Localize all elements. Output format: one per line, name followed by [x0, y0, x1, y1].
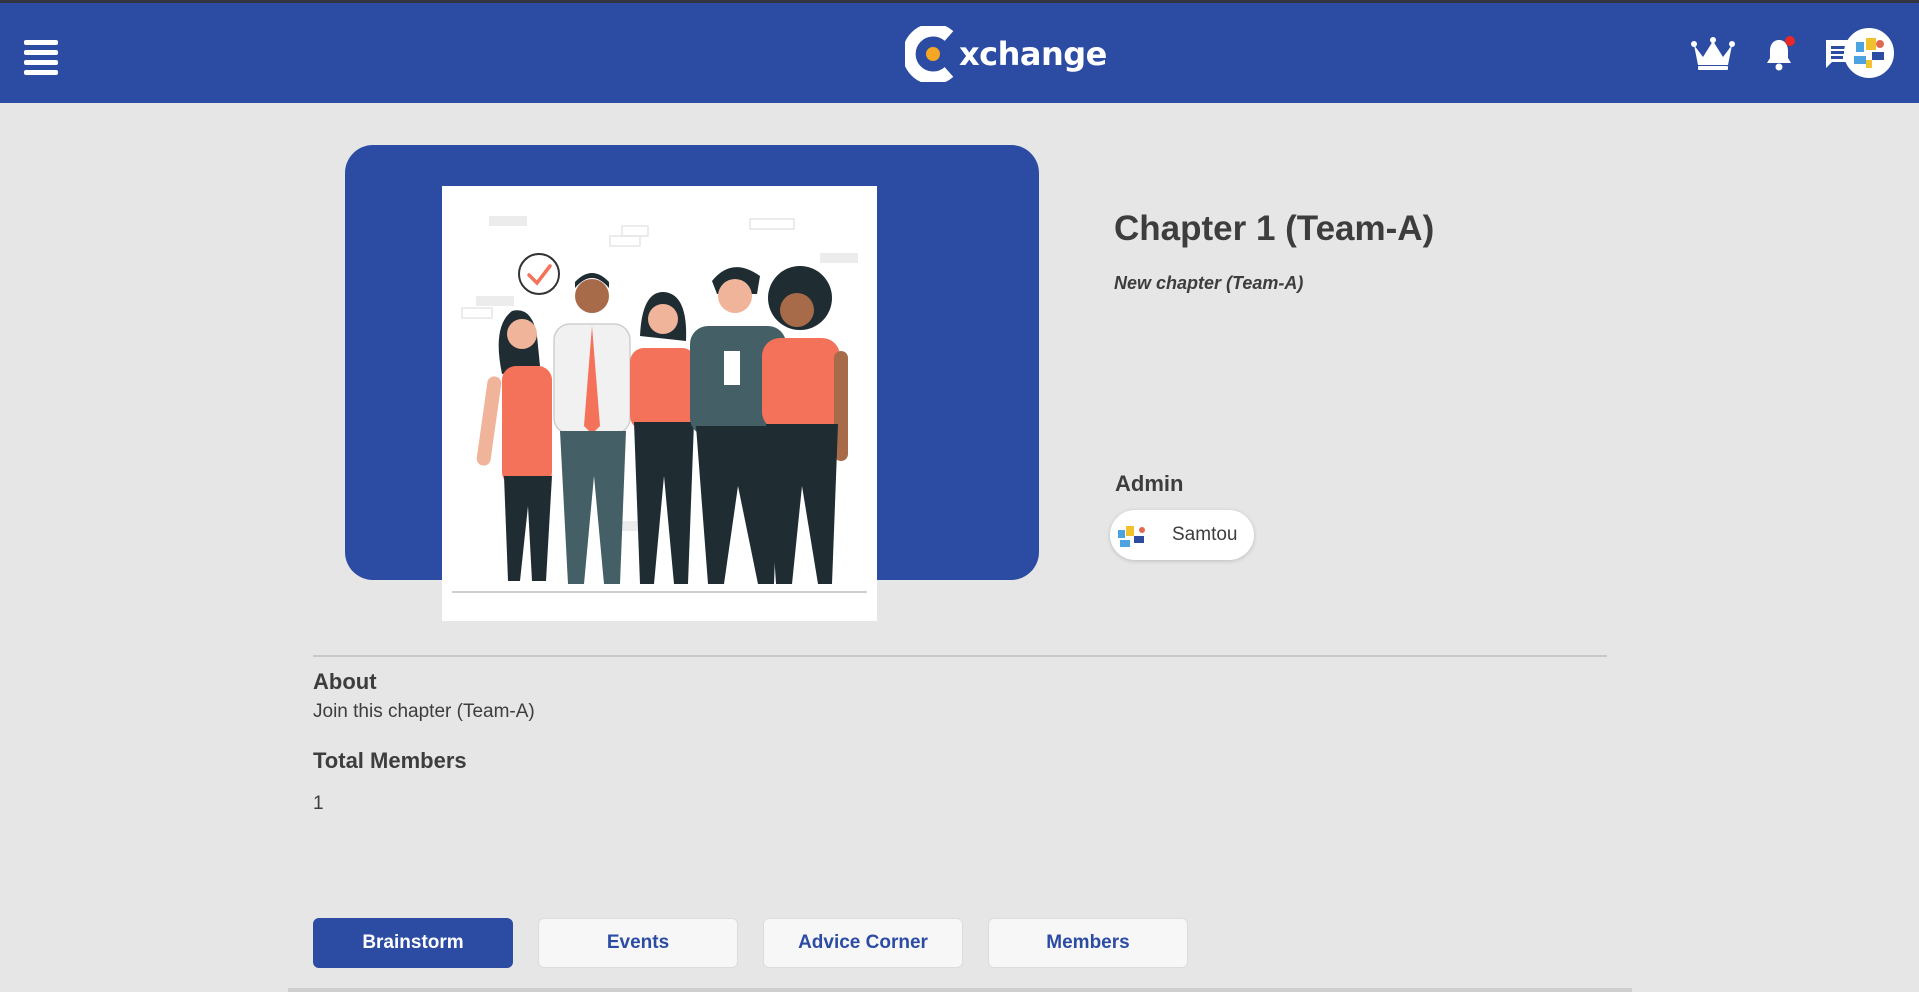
- tab-advice-corner[interactable]: Advice Corner: [763, 918, 963, 968]
- tab-members[interactable]: Members: [988, 918, 1188, 968]
- brand-logo[interactable]: xchange: [905, 23, 1107, 85]
- admin-chip[interactable]: Samtou: [1110, 510, 1254, 560]
- admin-name: Samtou: [1172, 524, 1238, 545]
- total-members-heading: Total Members: [313, 748, 467, 773]
- team-illustration: [442, 186, 877, 621]
- tab-brainstorm[interactable]: Brainstorm: [313, 918, 513, 968]
- logo-c-icon: [905, 26, 954, 82]
- tab-events[interactable]: Events: [538, 918, 738, 968]
- admin-label: Admin: [1115, 471, 1184, 496]
- avatar[interactable]: [1844, 28, 1894, 78]
- admin-avatar: [1114, 516, 1152, 554]
- about-text: Join this chapter (Team-A): [313, 701, 535, 722]
- chapter-subtitle: New chapter (Team-A): [1114, 273, 1304, 293]
- brand-name: xchange: [959, 35, 1107, 73]
- navbar: xchange: [0, 3, 1919, 103]
- notification-dot: [1785, 36, 1795, 46]
- crown-icon[interactable]: [1689, 29, 1737, 79]
- about-heading: About: [313, 669, 377, 694]
- content-bottom-edge: [288, 988, 1632, 992]
- chapter-title: Chapter 1 (Team-A): [1114, 209, 1435, 248]
- section-divider: [313, 655, 1607, 657]
- menu-icon[interactable]: [24, 36, 60, 75]
- bell-icon[interactable]: [1755, 29, 1803, 79]
- total-members-count: 1: [313, 793, 324, 814]
